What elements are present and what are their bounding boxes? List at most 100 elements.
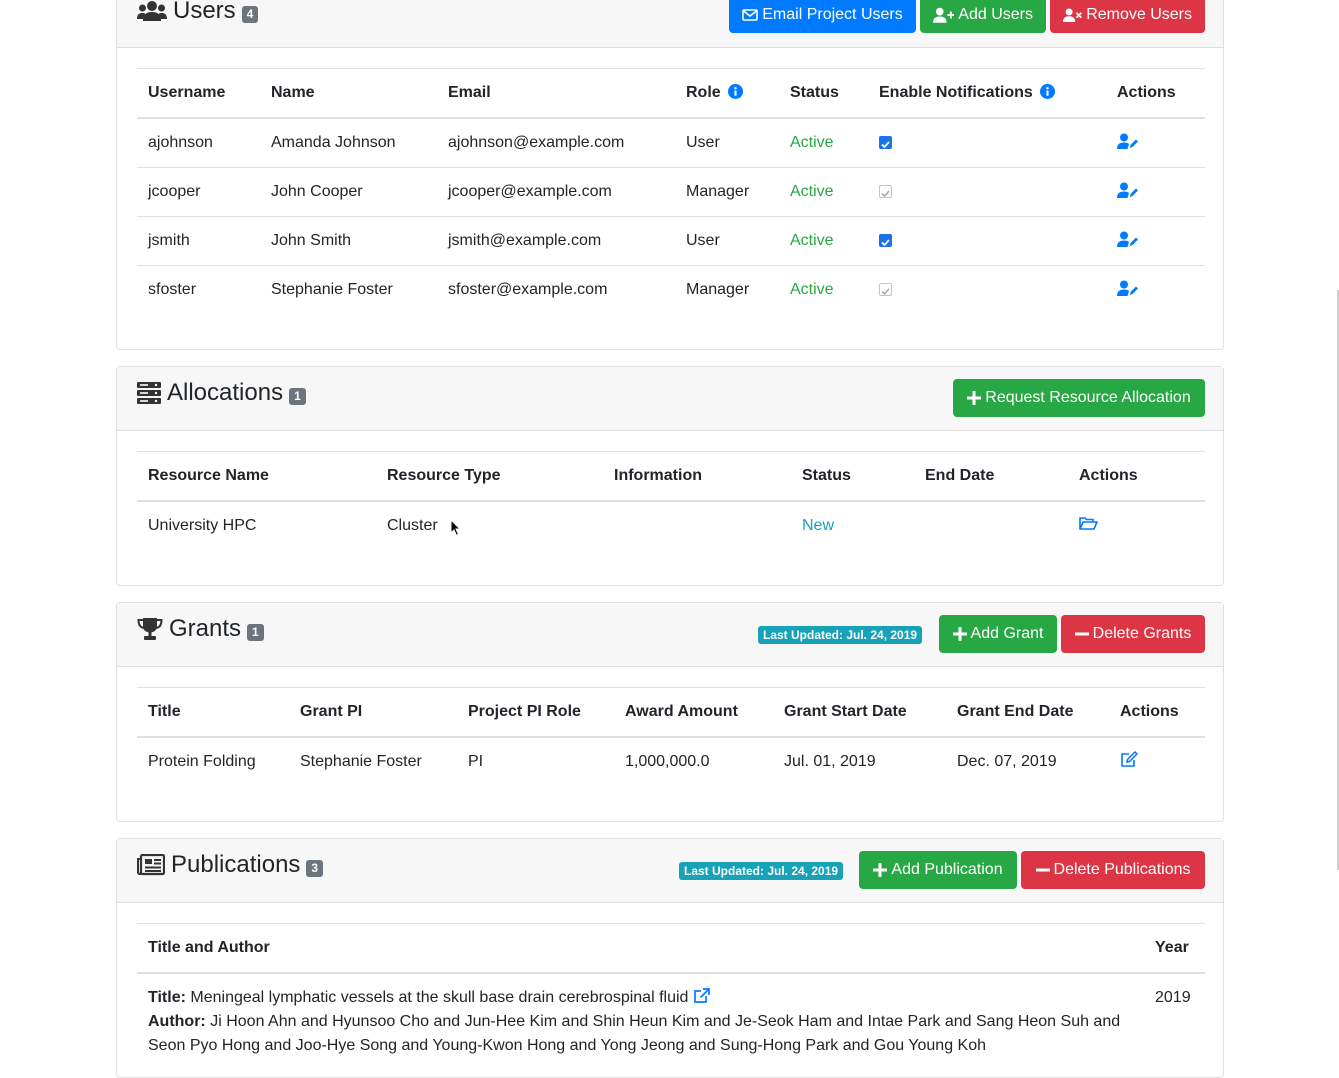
column-header[interactable]: Resource Type (376, 451, 603, 502)
column-header[interactable]: Grant Start Date (773, 687, 946, 738)
column-header[interactable]: Title (137, 687, 289, 738)
grant-title-cell: Protein Folding (148, 753, 256, 770)
column-header[interactable]: Status (779, 68, 868, 119)
trophy-icon (137, 618, 163, 640)
name-cell: John Smith (260, 216, 437, 266)
users-table: Username Name Email Role Status Enable N… (137, 68, 1205, 314)
envelope-icon (742, 9, 759, 21)
column-header[interactable]: End Date (914, 451, 1068, 502)
notifications-cell (868, 216, 1106, 266)
remove-users-label: Remove Users (1086, 6, 1192, 23)
delete-publications-button[interactable]: Delete Publications (1021, 851, 1205, 889)
table-row: Protein Folding Stephanie Foster PI 1,00… (137, 737, 1205, 786)
role-cell: Manager (675, 265, 779, 314)
add-publication-label: Add Publication (891, 861, 1003, 878)
name-cell: Amanda Johnson (271, 134, 396, 151)
allocations-title-text: Allocations (167, 379, 284, 406)
publications-card: Publications 3 Last Updated: Jul. 24, 20… (116, 838, 1224, 1078)
column-header[interactable]: Grant PI (289, 687, 457, 738)
publication-title-label: Title: (148, 989, 186, 1006)
publications-table-header: Title and Author Year (137, 923, 1205, 974)
notifications-cell (868, 265, 1106, 314)
column-header[interactable]: Information (603, 451, 791, 502)
publication-author-label: Author: (148, 1013, 206, 1030)
users-table-header: Username Name Email Role Status Enable N… (137, 68, 1205, 119)
column-header: Actions (1106, 68, 1205, 119)
user-plus-icon (933, 7, 955, 23)
allocations-title: Allocations 1 (137, 379, 306, 407)
user-edit-icon[interactable] (1117, 182, 1138, 198)
actions-cell (1106, 167, 1205, 217)
add-publication-button[interactable]: Add Publication (859, 851, 1017, 889)
notification-checkbox[interactable] (879, 185, 892, 199)
user-times-icon (1063, 8, 1082, 22)
allocations-card: Allocations 1 Request Resource Allocatio… (116, 366, 1224, 586)
external-link-icon[interactable] (693, 988, 711, 1004)
request-resource-allocation-button[interactable]: Request Resource Allocation (953, 379, 1205, 417)
folder-open-icon[interactable] (1079, 516, 1098, 531)
column-header[interactable]: Title and Author (137, 923, 1144, 974)
resource-name-cell: University HPC (148, 517, 257, 534)
actions-cell (1106, 265, 1205, 314)
users-icon (137, 1, 167, 21)
grants-count-badge: 1 (247, 623, 264, 641)
role-cell: User (686, 134, 720, 151)
notification-checkbox[interactable] (879, 283, 892, 297)
role-header-label: Role (686, 84, 721, 101)
column-header-notifications[interactable]: Enable Notifications (868, 68, 1106, 119)
minus-icon (1035, 868, 1050, 872)
edit-icon[interactable] (1120, 750, 1139, 768)
grants-table: Title Grant PI Project PI Role Award Amo… (137, 687, 1205, 786)
status-cell: Active (779, 265, 868, 314)
publication-year-cell: 2019 (1155, 989, 1191, 1006)
add-grant-button[interactable]: Add Grant (939, 615, 1057, 653)
notification-checkbox[interactable] (879, 136, 892, 150)
delete-grants-button[interactable]: Delete Grants (1061, 615, 1205, 653)
role-cell: User (675, 216, 779, 266)
column-header[interactable]: Award Amount (614, 687, 773, 738)
user-edit-icon[interactable] (1117, 231, 1138, 247)
actions-cell (1106, 118, 1205, 168)
column-header[interactable]: Username (137, 68, 260, 119)
status-cell: Active (779, 167, 868, 217)
info-icon[interactable] (728, 84, 744, 99)
column-header[interactable]: Name (260, 68, 437, 119)
mouse-cursor (450, 519, 461, 537)
table-row: ajohnson Amanda Johnson ajohnson@example… (137, 118, 1205, 168)
column-header[interactable]: Status (791, 451, 914, 502)
status-cell: Active (790, 134, 834, 151)
add-users-button[interactable]: Add Users (920, 0, 1046, 33)
user-edit-icon[interactable] (1117, 133, 1138, 149)
users-card: Users 4 Email Project Users Add Users Re… (116, 0, 1224, 350)
notifications-cell (868, 118, 1106, 168)
grant-pi-cell: Stephanie Foster (300, 753, 422, 770)
allocations-card-header: Allocations 1 Request Resource Allocatio… (117, 367, 1223, 431)
grants-title-text: Grants (169, 615, 242, 642)
email-project-users-button[interactable]: Email Project Users (729, 0, 916, 33)
add-grant-label: Add Grant (970, 625, 1044, 642)
column-header[interactable]: Email (437, 68, 675, 119)
plus-icon (967, 391, 982, 405)
users-count-badge: 4 (241, 5, 259, 23)
publications-title-text: Publications (171, 851, 301, 878)
pi-role-cell: PI (468, 753, 484, 770)
column-header[interactable]: Grant End Date (946, 687, 1109, 738)
table-row: jsmith John Smith jsmith@example.com Use… (137, 216, 1205, 266)
column-header-role[interactable]: Role (675, 68, 779, 119)
server-icon (137, 382, 161, 404)
publications-table: Title and Author Year Title: Meningeal l… (137, 923, 1205, 1062)
notification-checkbox[interactable] (879, 234, 892, 248)
allocations-table: Resource Name Resource Type Information … (137, 451, 1205, 550)
delete-grants-label: Delete Grants (1092, 625, 1192, 642)
actions-cell (1068, 501, 1205, 550)
remove-users-button[interactable]: Remove Users (1050, 0, 1205, 33)
column-header[interactable]: Resource Name (137, 451, 376, 502)
user-edit-icon[interactable] (1117, 280, 1138, 296)
username-cell: jcooper (137, 167, 260, 217)
info-icon[interactable] (1040, 84, 1056, 99)
column-header[interactable]: Project PI Role (457, 687, 614, 738)
column-header[interactable]: Year (1144, 923, 1205, 974)
role-cell: Manager (675, 167, 779, 217)
actions-cell (1106, 216, 1205, 266)
publication-title: Meningeal lymphatic vessels at the skull… (190, 989, 689, 1006)
